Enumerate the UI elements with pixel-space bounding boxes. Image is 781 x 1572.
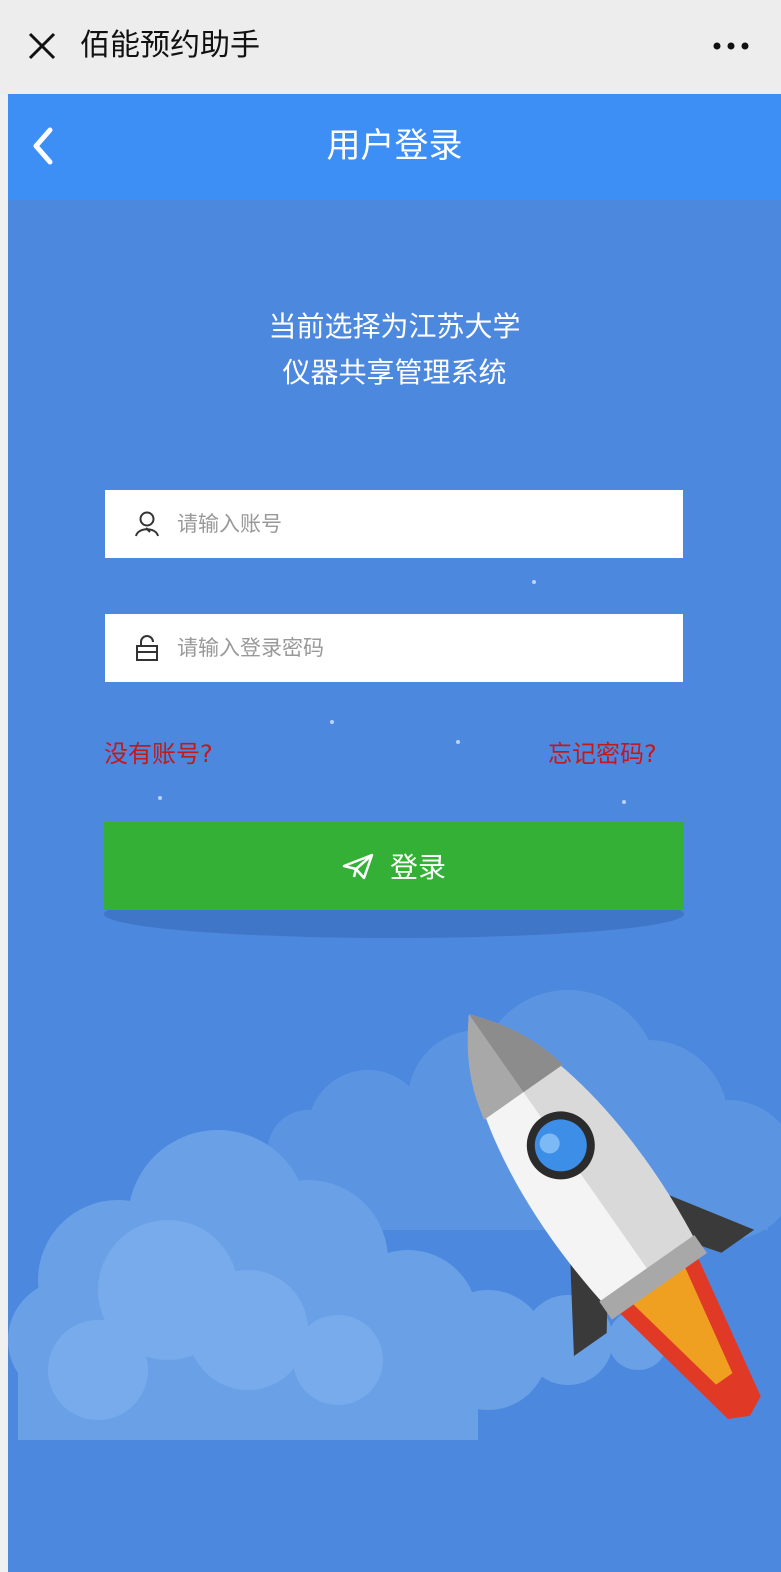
page-title: 用户登录 xyxy=(326,126,463,166)
star-dot xyxy=(330,720,334,724)
star-dot xyxy=(456,740,460,744)
window-title: 佰能预约助手 xyxy=(80,28,260,63)
forgot-password-link[interactable]: 忘记密码? xyxy=(548,738,657,770)
register-link[interactable]: 没有账号? xyxy=(104,738,213,770)
login-panel: 当前选择为江苏大学 仪器共享管理系统 没有账号? 忘记密码? xyxy=(8,200,781,1572)
headline-line-2: 仪器共享管理系统 xyxy=(282,356,507,389)
star-dot xyxy=(532,580,536,584)
login-button[interactable]: 登录 xyxy=(104,822,684,910)
account-field[interactable] xyxy=(105,490,683,558)
password-input[interactable] xyxy=(177,614,667,682)
lock-icon xyxy=(136,635,158,661)
more-icon[interactable] xyxy=(711,38,751,54)
headline-line-1: 当前选择为江苏大学 xyxy=(268,310,521,343)
close-icon[interactable] xyxy=(24,28,60,64)
account-input[interactable] xyxy=(177,490,667,558)
selected-school-notice: 当前选择为江苏大学 仪器共享管理系统 xyxy=(8,304,781,396)
login-button-label: 登录 xyxy=(389,851,446,884)
paper-plane-icon xyxy=(342,853,374,880)
navbar: 用户登录 xyxy=(8,94,781,200)
rocket-illustration xyxy=(8,990,781,1440)
user-icon xyxy=(135,511,159,537)
password-field[interactable] xyxy=(105,614,683,682)
window-titlebar: 佰能预约助手 xyxy=(0,0,781,94)
star-dot xyxy=(158,796,162,800)
star-dot xyxy=(622,800,626,804)
